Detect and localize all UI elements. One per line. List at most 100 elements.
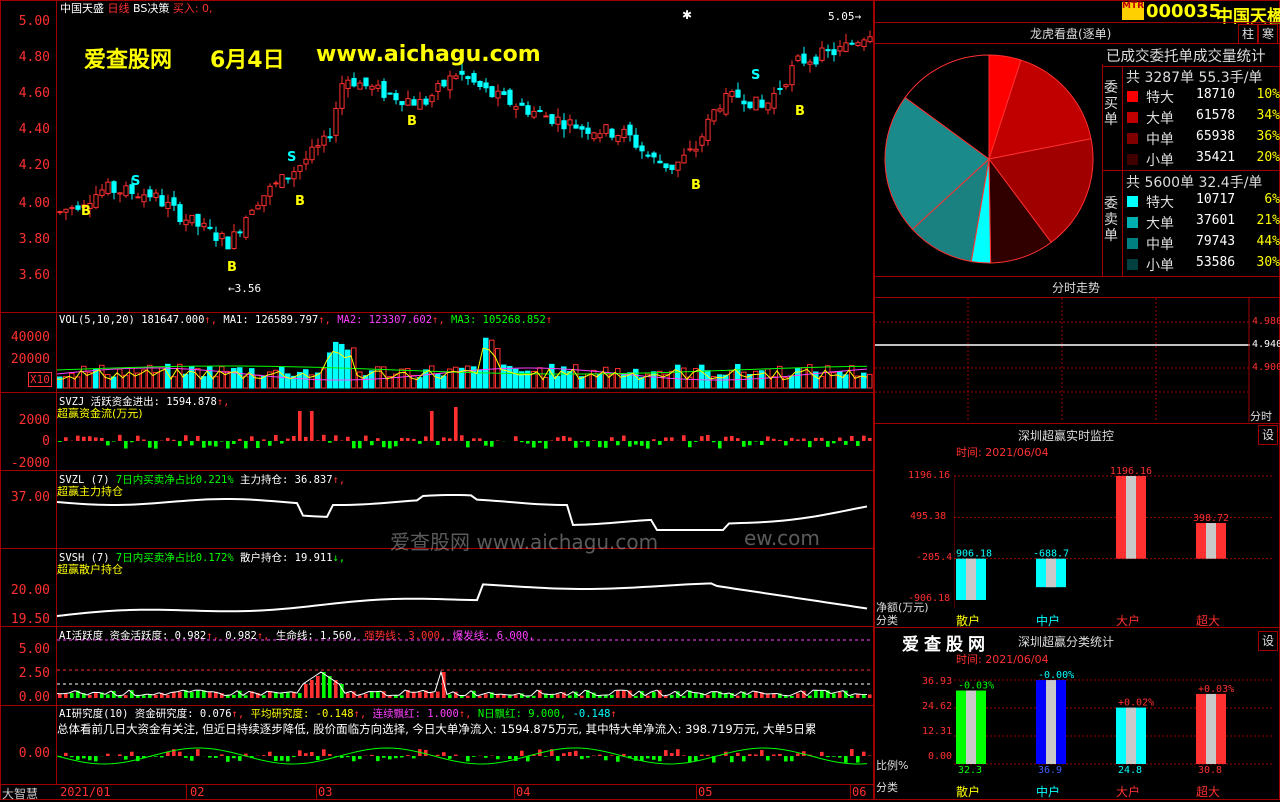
candle-body	[490, 87, 494, 97]
candle-body	[526, 106, 530, 115]
sell-signal-marker: S	[287, 150, 296, 165]
research-bar	[508, 756, 512, 759]
mtr-badge: MTR	[1122, 2, 1144, 20]
volume-bar	[556, 376, 561, 388]
candle-body	[574, 125, 578, 128]
fund-flow-bar	[454, 407, 458, 441]
y-tick: 4.80	[0, 50, 50, 65]
research-bar	[616, 756, 620, 762]
activity-bar	[736, 696, 740, 698]
monitor-settings-button[interactable]: 设	[1258, 425, 1278, 445]
candle-body	[430, 96, 434, 102]
fund-flow-bar	[298, 411, 302, 441]
order-percent: 6%	[1246, 192, 1280, 207]
fund-flow-bar	[658, 441, 662, 445]
research-bar	[232, 756, 236, 758]
classify-settings-button[interactable]: 设	[1258, 631, 1278, 651]
fund-flow-bar	[460, 435, 464, 441]
activity-bar	[436, 692, 440, 698]
candle-body	[766, 103, 770, 110]
watermark-date: 6月4日	[210, 42, 285, 74]
research-bar	[766, 756, 770, 761]
fund-flow-bar	[472, 438, 476, 441]
ai-activity-chart[interactable]	[57, 638, 873, 704]
activity-bar	[196, 690, 200, 698]
fund-flow-bar	[568, 437, 572, 441]
column-toggle-button[interactable]: 柱	[1238, 24, 1258, 44]
candle-body	[106, 182, 110, 193]
research-bar	[328, 754, 332, 756]
research-bar	[154, 756, 158, 757]
y-tick: 4.20	[0, 158, 50, 173]
fund-flow-chart[interactable]	[57, 400, 873, 468]
fund-flow-bar	[742, 441, 746, 447]
category-label: 大户	[1116, 783, 1140, 800]
candle-body	[814, 57, 818, 64]
candle-body	[634, 135, 638, 147]
fund-flow-bar	[802, 438, 806, 441]
volume-bar	[172, 377, 177, 388]
intraday-chart[interactable]	[875, 298, 1250, 422]
volume-bar	[178, 364, 183, 388]
fund-flow-bar	[598, 441, 602, 447]
y-tick: 4.40	[0, 122, 50, 137]
activity-bar	[142, 695, 146, 698]
order-pie-chart[interactable]	[882, 52, 1096, 266]
fund-flow-bar	[238, 439, 242, 441]
fund-flow-bar	[244, 441, 248, 448]
fund-flow-bar	[106, 441, 110, 445]
intraday-title: 分时走势	[1052, 279, 1100, 296]
fund-flow-bar	[838, 438, 842, 441]
cold-toggle-button[interactable]: 寒	[1258, 24, 1278, 44]
fund-flow-bar	[82, 437, 86, 441]
order-volume: 18710	[1196, 87, 1235, 102]
activity-bar	[310, 680, 314, 698]
ratio-change-label: -0.03%	[958, 681, 994, 692]
volume-bar	[658, 371, 663, 388]
candle-body	[862, 40, 866, 47]
net-flow-bar-chart[interactable]: -906.18-688.71196.16398.72	[954, 458, 1280, 608]
fund-flow-bar	[778, 440, 782, 441]
y-tick: -2000	[0, 456, 50, 471]
fund-flow-bar	[640, 441, 644, 446]
fund-flow-bar	[814, 438, 818, 441]
candle-body	[400, 102, 404, 105]
research-bar	[862, 752, 866, 756]
volume-bar	[148, 365, 153, 388]
research-chart[interactable]	[57, 738, 873, 782]
order-type: 特大	[1146, 192, 1174, 212]
volume-chart[interactable]	[57, 326, 873, 390]
research-bar	[568, 752, 572, 756]
candle-body	[250, 210, 254, 214]
volume-bar	[130, 368, 135, 388]
activity-bar	[208, 692, 212, 698]
candle-body	[730, 92, 734, 97]
research-bar	[832, 756, 836, 757]
main-y-axis: 5.00 4.80 4.60 4.40 4.20 4.00 3.80 3.60	[0, 0, 56, 310]
y-tick: 0.00	[0, 746, 50, 761]
y-tick: 5.00	[0, 642, 50, 657]
activity-bar	[766, 694, 770, 698]
volume-bar	[772, 377, 777, 388]
retail-hold-chart[interactable]	[57, 556, 873, 624]
activity-bar	[466, 696, 470, 698]
order-volume: 37601	[1196, 213, 1235, 228]
y-tick: 19.50	[0, 612, 50, 627]
volume-bar	[202, 377, 207, 388]
candle-body	[436, 84, 440, 92]
research-bar	[580, 756, 584, 759]
fund-flow-bar	[442, 437, 446, 441]
fund-flow-bar	[688, 441, 692, 447]
pie-subtitle: 已成交委托单成交量统计	[1106, 45, 1280, 66]
ratio-bar-chart[interactable]: -0.03%32.3-0.00%36.9+0.02%24.8+0.03%30.8	[954, 668, 1280, 774]
candle-body	[532, 111, 536, 117]
y-tick: 4.60	[0, 86, 50, 101]
volume-bar	[70, 373, 75, 388]
volume-bar	[592, 370, 597, 388]
fund-flow-bar	[532, 441, 536, 448]
candle-body	[778, 89, 782, 90]
order-percent: 44%	[1246, 234, 1280, 249]
order-type: 小单	[1146, 255, 1174, 275]
activity-bar	[478, 696, 482, 698]
fund-flow-bar	[514, 436, 518, 441]
